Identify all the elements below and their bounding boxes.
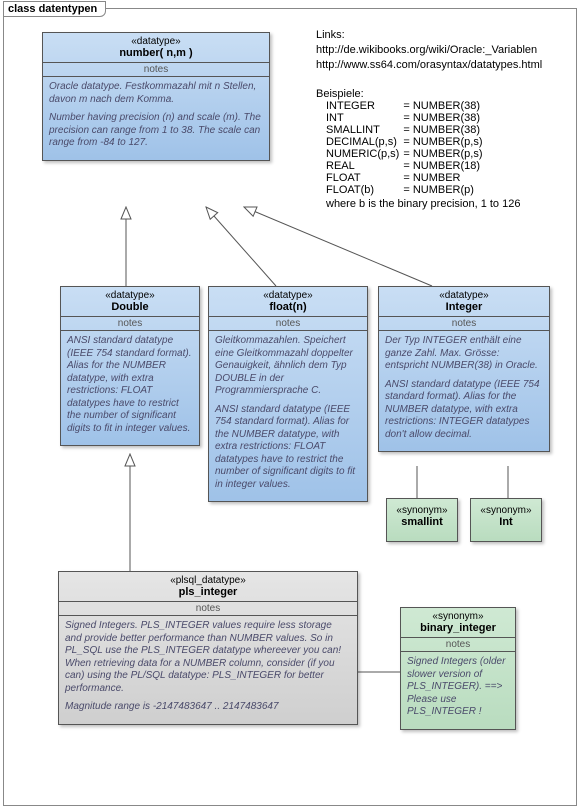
link-2[interactable]: http://www.ss64.com/orasyntax/datatypes.… xyxy=(316,59,542,71)
class-name: Integer xyxy=(383,301,545,313)
class-name: float(n) xyxy=(213,301,363,313)
notes-body: Signed Integers. PLS_INTEGER values requ… xyxy=(59,616,357,724)
stereotype: «datatype» xyxy=(383,290,545,301)
class-double: «datatype» Double notes ANSI standard da… xyxy=(60,286,200,446)
stereotype: «datatype» xyxy=(65,290,195,301)
notes-label: notes xyxy=(401,638,515,652)
stereotype: «synonym» xyxy=(391,505,453,516)
class-int: «synonym» Int xyxy=(470,498,542,542)
examples-footer: where b is the binary precision, 1 to 12… xyxy=(316,198,520,210)
notes-body: Der Typ INTEGER enthält eine ganze Zahl.… xyxy=(379,331,549,451)
stereotype: «datatype» xyxy=(213,290,363,301)
class-binary-integer: «synonym» binary_integer notes Signed In… xyxy=(400,607,516,730)
table-row: DECIMAL(p,s)= NUMBER(p,s) xyxy=(316,136,485,148)
notes-label: notes xyxy=(43,63,269,77)
class-header: «datatype» Integer xyxy=(379,287,549,317)
notes-label: notes xyxy=(59,602,357,616)
class-number: «datatype» number( n,m ) notes Oracle da… xyxy=(42,32,270,161)
links-heading: Links: xyxy=(316,28,542,43)
links-block: Links: http://de.wikibooks.org/wiki/Orac… xyxy=(316,28,542,73)
stereotype: «datatype» xyxy=(47,36,265,47)
class-header: «synonym» smallint xyxy=(387,499,457,531)
table-row: FLOAT= NUMBER xyxy=(316,172,485,184)
table-row: SMALLINT= NUMBER(38) xyxy=(316,124,485,136)
class-pls-integer: «plsql_datatype» pls_integer notes Signe… xyxy=(58,571,358,725)
notes-body: Signed Integers (older slower version of… xyxy=(401,652,515,729)
notes-body: Gleitkommazahlen. Speichert eine Gleitko… xyxy=(209,331,367,501)
notes-body: ANSI standard datatype (IEEE 754 standar… xyxy=(61,331,199,445)
notes-label: notes xyxy=(379,317,549,331)
class-float: «datatype» float(n) notes Gleitkommazahl… xyxy=(208,286,368,502)
class-header: «plsql_datatype» pls_integer xyxy=(59,572,357,602)
class-header: «datatype» Double xyxy=(61,287,199,317)
class-header: «datatype» number( n,m ) xyxy=(43,33,269,63)
table-row: REAL= NUMBER(18) xyxy=(316,160,485,172)
stereotype: «plsql_datatype» xyxy=(63,575,353,586)
examples-table: INTEGER= NUMBER(38) INT= NUMBER(38) SMAL… xyxy=(316,100,485,196)
table-row: NUMERIC(p,s)= NUMBER(p,s) xyxy=(316,148,485,160)
frame-title-text: class datentypen xyxy=(8,3,97,15)
stereotype: «synonym» xyxy=(405,611,511,622)
notes-label: notes xyxy=(209,317,367,331)
stereotype: «synonym» xyxy=(475,505,537,516)
class-name: Int xyxy=(475,516,537,528)
class-header: «datatype» float(n) xyxy=(209,287,367,317)
class-name: number( n,m ) xyxy=(47,47,265,59)
class-name: binary_integer xyxy=(405,622,511,634)
class-smallint: «synonym» smallint xyxy=(386,498,458,542)
class-name: pls_integer xyxy=(63,586,353,598)
frame-title: class datentypen xyxy=(3,1,106,17)
table-row: INT= NUMBER(38) xyxy=(316,112,485,124)
class-header: «synonym» Int xyxy=(471,499,541,531)
examples-heading: Beispiele: xyxy=(316,88,520,100)
table-row: FLOAT(b)= NUMBER(p) xyxy=(316,184,485,196)
table-row: INTEGER= NUMBER(38) xyxy=(316,100,485,112)
link-1[interactable]: http://de.wikibooks.org/wiki/Oracle:_Var… xyxy=(316,44,537,56)
class-name: smallint xyxy=(391,516,453,528)
class-integer: «datatype» Integer notes Der Typ INTEGER… xyxy=(378,286,550,452)
notes-body: Oracle datatype. Festkommazahl mit n Ste… xyxy=(43,77,269,160)
examples-block: Beispiele: INTEGER= NUMBER(38) INT= NUMB… xyxy=(316,88,520,210)
notes-label: notes xyxy=(61,317,199,331)
class-name: Double xyxy=(65,301,195,313)
class-header: «synonym» binary_integer xyxy=(401,608,515,638)
